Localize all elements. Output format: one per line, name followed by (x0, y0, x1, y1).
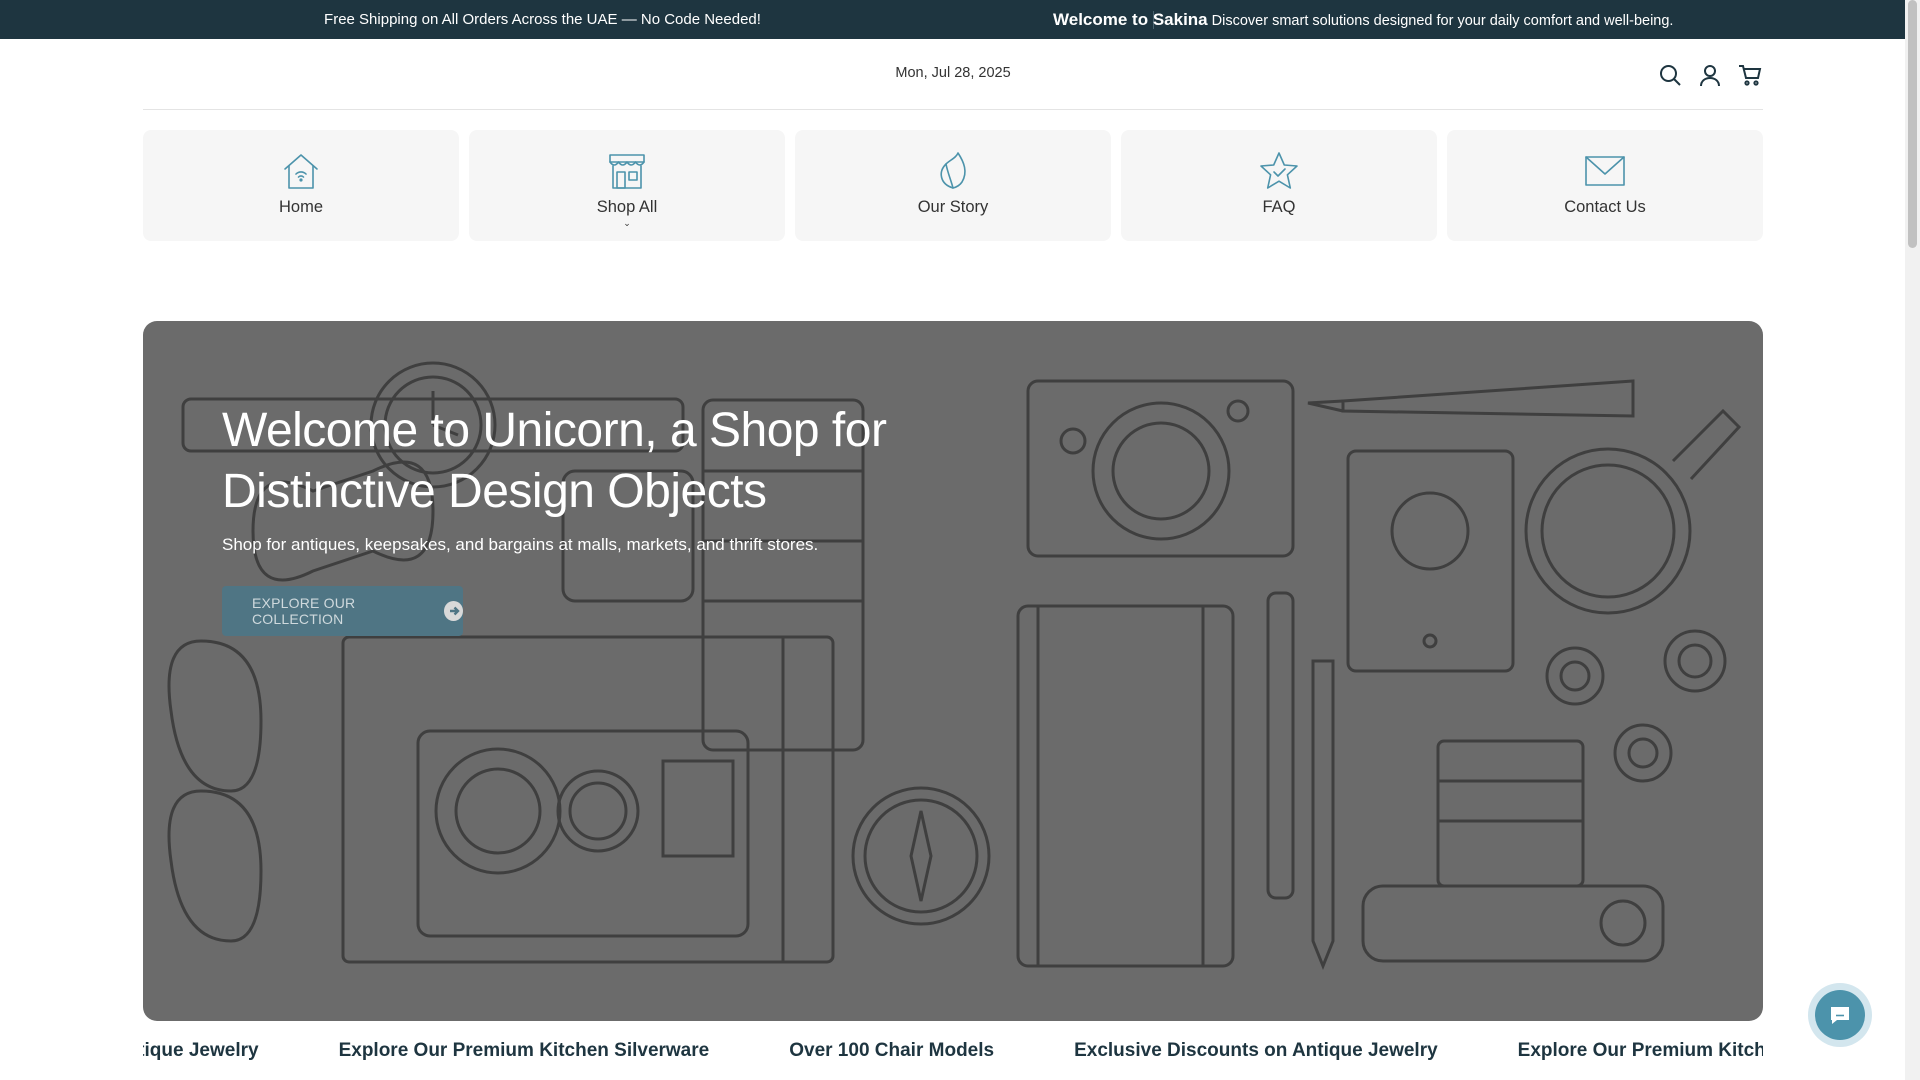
marquee-track: Exclusive Discounts on Antique Jewelry E… (143, 1040, 1763, 1062)
chat-icon (1815, 990, 1865, 1040)
marquee-item: Exclusive Discounts on Antique Jewelry (143, 1040, 259, 1061)
account-icon[interactable] (1697, 62, 1723, 88)
nav-faq-label: FAQ (1262, 198, 1296, 216)
leaf-icon (940, 152, 966, 189)
mail-icon (1585, 156, 1625, 186)
marquee-item: Explore Our Premium Kitchen Silverware (1517, 1040, 1763, 1061)
announcement-welcome-title: Welcome to Sakina (1053, 9, 1208, 29)
marquee-item: Over 100 Chair Models (789, 1040, 995, 1061)
search-icon[interactable] (1657, 62, 1683, 88)
announcement-shipping: Free Shipping on All Orders Across the U… (324, 11, 761, 28)
cart-icon[interactable] (1737, 62, 1763, 88)
promo-marquee: Exclusive Discounts on Antique Jewelry E… (143, 1030, 1763, 1070)
store-icon (609, 154, 645, 189)
chevron-down-icon[interactable]: ⌄ (623, 219, 631, 228)
hero-title: Welcome to Unicorn, a Shop for Distincti… (222, 404, 887, 518)
announcement-welcome: Welcome to Sakina Discover smart solutio… (1053, 10, 1673, 30)
nav-our-story[interactable]: Our Story (795, 130, 1111, 241)
marquee-item: Exclusive Discounts on Antique Jewelry (1074, 1040, 1438, 1061)
explore-collection-button[interactable]: EXPLORE OUR COLLECTION (222, 586, 463, 636)
nav-shop-all-label: Shop All (596, 198, 658, 216)
page-scrollbar[interactable] (1905, 0, 1920, 1080)
chat-button[interactable] (1808, 983, 1872, 1047)
nav-home[interactable]: Home (143, 130, 459, 241)
scrollbar-thumb[interactable] (1908, 0, 1917, 248)
nav-our-story-label: Our Story (917, 198, 989, 216)
nav-shop-all[interactable]: Shop All ⌄ (469, 130, 785, 241)
nav-home-label: Home (278, 198, 323, 216)
marquee-item: Explore Our Premium Kitchen Silverware (338, 1040, 710, 1061)
star-icon (1260, 152, 1298, 189)
site-header: Mon, Jul 28, 2025 (143, 39, 1763, 110)
nav-faq[interactable]: FAQ (1121, 130, 1437, 241)
home-icon (284, 154, 318, 189)
announcement-bar: Free Shipping on All Orders Across the U… (0, 0, 1905, 39)
hero-banner: Welcome to Unicorn, a Shop for Distincti… (143, 321, 1763, 1021)
explore-collection-label: EXPLORE OUR COLLECTION (252, 595, 356, 627)
announcement-welcome-text: Discover smart solutions designed for yo… (1211, 12, 1674, 29)
nav-contact-us[interactable]: Contact Us (1447, 130, 1763, 241)
hero-subtitle: Shop for antiques, keepsakes, and bargai… (222, 535, 819, 554)
header-date: Mon, Jul 28, 2025 (895, 65, 1011, 81)
main-navigation: Home Shop All ⌄ Our Story FAQ Contact Us (143, 130, 1763, 241)
nav-contact-us-label: Contact Us (1564, 198, 1646, 216)
header-actions (1657, 62, 1763, 88)
arrow-right-icon (444, 601, 463, 621)
